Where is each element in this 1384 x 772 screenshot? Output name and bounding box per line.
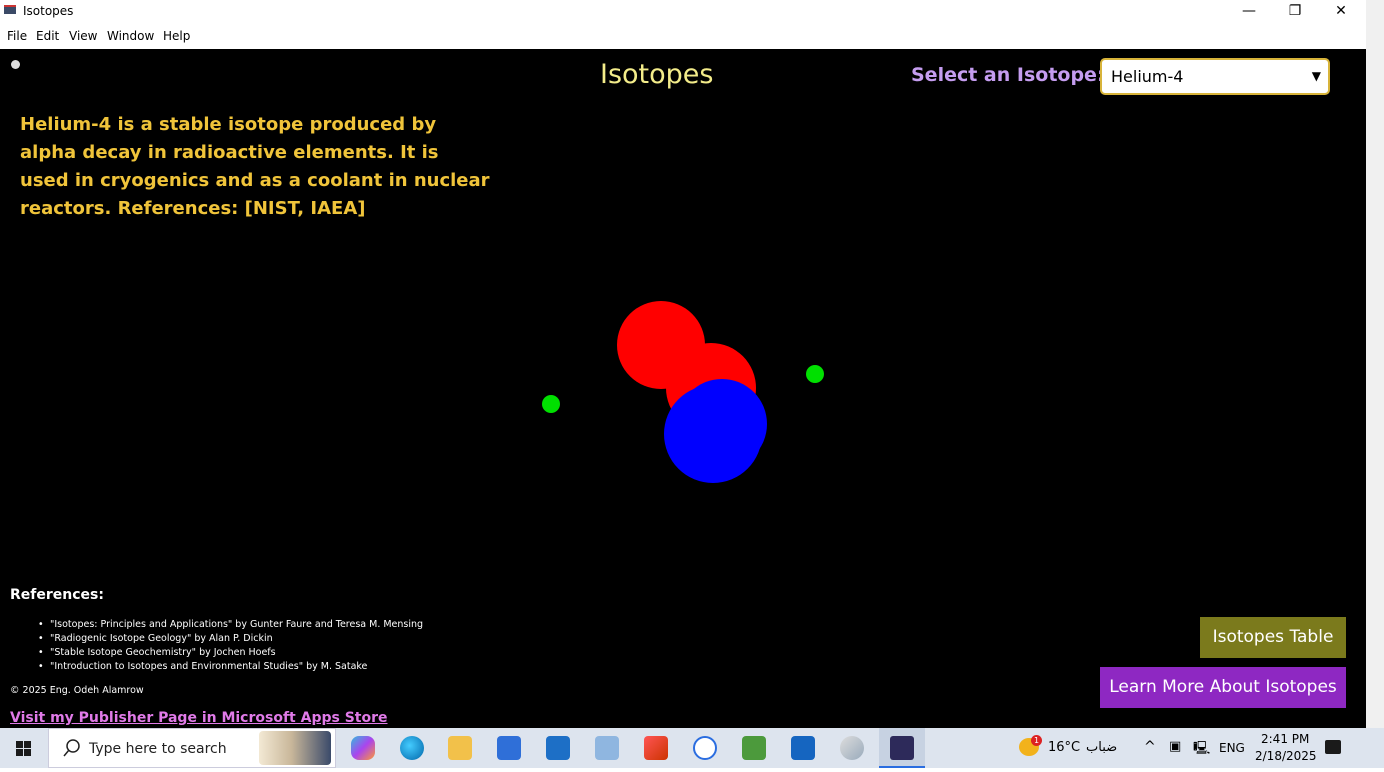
neutron <box>664 385 762 483</box>
reference-item: "Isotopes: Principles and Applications" … <box>38 618 423 632</box>
store-icon[interactable] <box>497 736 521 760</box>
search-highlight-image <box>259 731 331 765</box>
menu-window[interactable]: Window <box>107 29 154 43</box>
window-title: Isotopes <box>23 4 74 18</box>
weather-badge: 1 <box>1031 735 1042 746</box>
file-explorer-icon[interactable] <box>448 736 472 760</box>
outlook-icon[interactable] <box>546 736 570 760</box>
menu-view[interactable]: View <box>69 29 97 43</box>
electron <box>542 395 560 413</box>
search-placeholder: Type here to search <box>89 741 227 757</box>
menu-bar: File Edit View Window Help <box>0 24 1366 48</box>
copilot-icon[interactable] <box>351 736 375 760</box>
learn-more-button[interactable]: Learn More About Isotopes <box>1100 667 1346 708</box>
matlab-icon[interactable] <box>644 736 668 760</box>
windows-icon <box>16 741 31 756</box>
reference-item: "Stable Isotope Geochemistry" by Jochen … <box>38 646 423 660</box>
chevron-up-icon[interactable]: ^ <box>1144 739 1156 755</box>
isotopes-app-icon <box>890 736 914 760</box>
active-app-taskbar-item[interactable] <box>879 728 925 768</box>
minimize-button[interactable]: — <box>1226 0 1272 24</box>
menu-edit[interactable]: Edit <box>36 29 59 43</box>
copyright: © 2025 Eng. Odeh Alamrow <box>10 685 144 696</box>
edge-icon[interactable] <box>400 736 424 760</box>
references-heading: References: <box>10 587 104 603</box>
notification-icon[interactable] <box>1325 740 1341 754</box>
clock-time[interactable]: 2:41 PM <box>1261 732 1309 746</box>
remote-desktop-icon[interactable] <box>595 736 619 760</box>
app-icon <box>4 5 16 14</box>
title-bar: Isotopes — ❐ ✕ <box>0 0 1366 24</box>
menu-file[interactable]: File <box>7 29 27 43</box>
chart-app-icon[interactable] <box>742 736 766 760</box>
installer-icon[interactable] <box>791 736 815 760</box>
start-button[interactable] <box>0 728 48 768</box>
search-icon <box>63 739 80 757</box>
language-indicator[interactable]: ENG <box>1219 741 1245 755</box>
reference-item: "Radiogenic Isotope Geology" by Alan P. … <box>38 632 423 646</box>
taskbar: Type here to search 1 16°C ضباب ^ ▣ 🖳 EN… <box>0 728 1384 768</box>
app-a-icon[interactable] <box>693 736 717 760</box>
window-edge <box>1366 0 1384 728</box>
tray-device-icon[interactable]: ▣ <box>1169 739 1181 754</box>
isotopes-table-button[interactable]: Isotopes Table <box>1200 617 1346 658</box>
weather-description[interactable]: ضباب <box>1086 740 1117 755</box>
clock-date[interactable]: 2/18/2025 <box>1255 749 1317 763</box>
reference-item: "Introduction to Isotopes and Environmen… <box>38 660 423 674</box>
app-canvas: Isotopes Select an Isotope: Helium-4 ▼ H… <box>0 49 1366 728</box>
taskbar-search[interactable]: Type here to search <box>48 728 336 768</box>
network-icon[interactable]: 🖳 <box>1193 739 1210 761</box>
maximize-button[interactable]: ❐ <box>1272 0 1318 24</box>
electron <box>806 365 824 383</box>
close-button[interactable]: ✕ <box>1318 0 1364 24</box>
menu-help[interactable]: Help <box>163 29 190 43</box>
publisher-link[interactable]: Visit my Publisher Page in Microsoft App… <box>10 710 388 726</box>
references-list: "Isotopes: Principles and Applications" … <box>38 618 423 674</box>
paint-icon[interactable] <box>840 736 864 760</box>
weather-temperature[interactable]: 16°C <box>1048 740 1080 755</box>
